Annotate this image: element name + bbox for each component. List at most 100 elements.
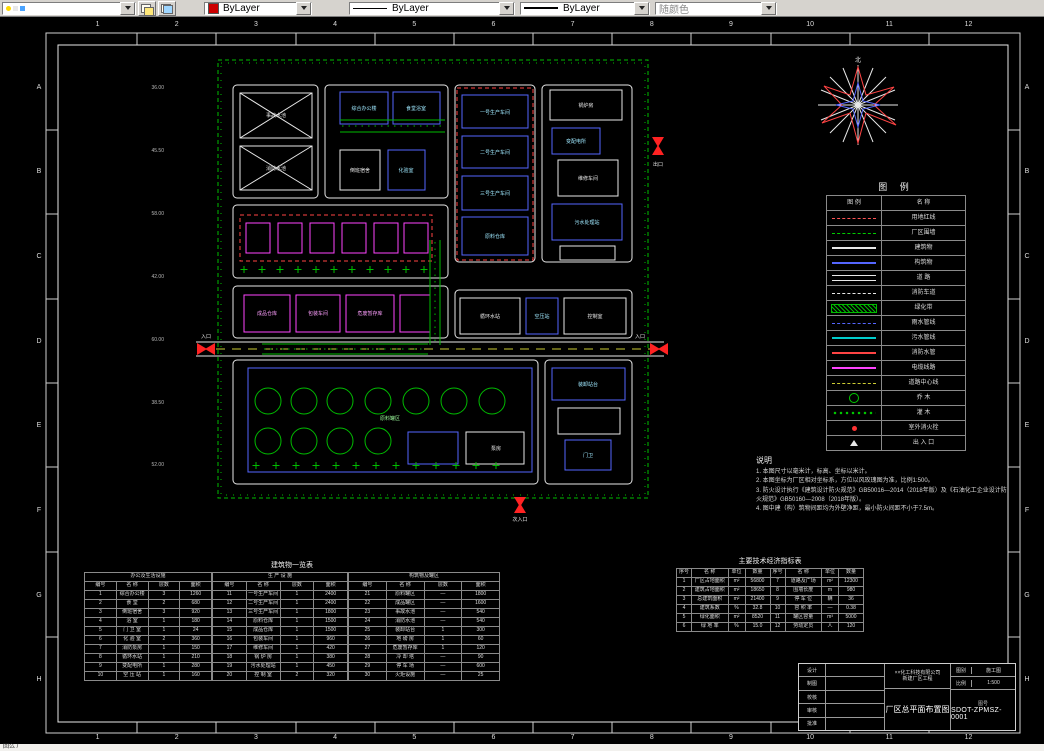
svg-text:变配电所: 变配电所 <box>566 138 586 145</box>
make-layer-current-button[interactable] <box>138 0 156 16</box>
lineweight-value: ByLayer <box>563 2 600 14</box>
grid-ruler-left: A B C D E F G H <box>34 45 44 722</box>
linetype-combo[interactable]: ByLayer <box>349 1 515 15</box>
table-row: 7 消防泵房 1 150 <box>84 644 212 654</box>
signature-row: 批准 <box>799 717 884 731</box>
plotstyle-combo[interactable]: 随颜色 <box>655 1 777 16</box>
grid-col-label: 3 <box>253 21 258 28</box>
table-row: 6绿 地 率 % 15.0 12 劳动定员 人 120 <box>676 622 864 632</box>
legend-row: 雨水管线 <box>826 315 966 331</box>
grid-row-label: D <box>36 337 42 345</box>
legend-symbol <box>832 322 876 324</box>
legend-row: 道 路 <box>826 270 966 286</box>
legend-name: 构筑物 <box>881 255 966 271</box>
drawing-canvas[interactable]: 入口 入口 出口 次入口 事故水池 消防水池 综合办公楼 食堂浴室 倒班宿舍 化… <box>0 17 1044 744</box>
site-plan: 入口 入口 出口 次入口 <box>196 59 668 523</box>
layer-dropdown-arrow-icon[interactable] <box>120 1 135 15</box>
legend-row: 灌 木 <box>826 405 966 421</box>
legend-name: 用地红线 <box>881 210 966 226</box>
layer-combo[interactable] <box>2 1 136 15</box>
legend-symbol <box>832 262 876 264</box>
svg-text:二号生产车间: 二号生产车间 <box>480 149 510 156</box>
table-row: 15 成品仓库 1 1500 <box>212 626 348 636</box>
svg-text:控制室: 控制室 <box>587 313 602 320</box>
info-column: 图别 施工图 比例 1:500 图号 SDOT-ZPMSZ-0001 <box>951 664 1015 730</box>
table-row: 20 控 制 室 2 320 <box>212 671 348 681</box>
lineweight-combo[interactable]: ByLayer <box>520 1 650 15</box>
legend-row: 电缆线路 <box>826 360 966 376</box>
table-row: 25 装卸站台 1 300 <box>348 626 500 636</box>
lineweight-dropdown-arrow-icon[interactable] <box>634 1 649 15</box>
stage-value: 施工图 <box>985 667 1001 674</box>
drawing-title: 厂区总平面布置图 <box>885 704 950 714</box>
legend-symbol <box>832 232 876 234</box>
dimension-column: 36.00 45.50 58.00 42.00 60.00 38.50 52.00 <box>140 57 164 497</box>
table-row: 5门 卫 室 1 24 <box>84 626 212 636</box>
legend-symbol <box>831 303 877 313</box>
legend-row: 污水管线 <box>826 330 966 346</box>
legend-name: 道路中心线 <box>881 375 966 391</box>
legend-symbol <box>851 425 857 431</box>
title-column: ××化工科技有限公司 新建厂区工程 厂区总平面布置图 <box>885 664 951 730</box>
grid-col-label: 4 <box>333 21 338 28</box>
stage-label: 图别 <box>951 666 972 674</box>
svg-text:倒班宿舍: 倒班宿舍 <box>350 167 370 174</box>
grid-col-label: 8 <box>649 21 654 28</box>
table-row: 5 绿化面积 m² 8520 11 罐区容量 m³ 5000 <box>676 613 864 623</box>
grid-col-label: 3 <box>253 734 258 741</box>
table-row: 2 建筑占地面积 m² 18650 8 围墙长度 m 980 <box>676 586 864 596</box>
color-dropdown-arrow-icon[interactable] <box>296 1 311 15</box>
notes-panel: 说明 1. 本图尺寸以毫米计，标高、坐标以米计。 2. 本图坐标为厂区相对坐标系，… <box>756 455 1012 514</box>
metrics-table: 序号 名 称 单位 数量 序号 名 称 单位 数量 1 厂区占地面积 m² 5680… <box>676 568 864 632</box>
grid-row-label: F <box>1024 506 1030 514</box>
table-row: 12 二号生产车间 1 2400 <box>212 599 348 609</box>
table-row: 4浴 室 1 180 <box>84 617 212 627</box>
legend-symbol <box>832 410 876 416</box>
dimension-value: 58.00 <box>151 211 164 218</box>
freeze-icon <box>13 5 18 11</box>
grid-row-label: C <box>36 253 42 261</box>
color-combo[interactable]: ByLayer <box>204 1 312 15</box>
grid-col-label: 12 <box>964 734 973 741</box>
legend-row: 用地红线 <box>826 210 966 226</box>
legend-row: 道路中心线 <box>826 375 966 391</box>
grid-row-label: F <box>36 506 42 514</box>
legend-row: 乔 木 <box>826 390 966 406</box>
svg-text:事故水池: 事故水池 <box>266 112 286 119</box>
command-line[interactable]: 回么 / <box>0 744 1044 751</box>
legend-row: 消防水管 <box>826 345 966 361</box>
drawing-number-cell: 图号 SDOT-ZPMSZ-0001 <box>951 690 1015 730</box>
legend-name: 绿化带 <box>881 300 966 316</box>
legend-row: 消防车道 <box>826 285 966 301</box>
grid-row-label: E <box>36 422 42 430</box>
legend-symbol <box>832 292 876 294</box>
svg-text:危废暂存库: 危废暂存库 <box>357 310 382 317</box>
linetype-dropdown-arrow-icon[interactable] <box>499 1 514 15</box>
table-row: 27 危废暂存库 1 120 <box>348 644 500 654</box>
svg-text:包装车间: 包装车间 <box>308 310 328 317</box>
grid-row-label: D <box>1024 337 1030 345</box>
wind-rose: 北 <box>818 56 898 145</box>
grid-ruler-bottom: 1 2 3 4 5 6 7 8 9 10 11 12 <box>58 734 1008 744</box>
table-row: 18 锅 炉 房 1 380 <box>212 653 348 663</box>
gate-label: 次入口 <box>512 516 527 523</box>
conveyor <box>262 240 441 355</box>
building-table-a: 办公及生活设施 编号 名 称 层数 面积 1综合办公楼 31260 2食 堂 <box>84 572 212 681</box>
table-row: 10 空 压 站 1 160 <box>84 671 212 681</box>
layer-previous-button[interactable] <box>158 0 176 16</box>
grid-row-label: B <box>1024 168 1030 176</box>
table-row: 23 事故水池 —540 <box>348 608 500 618</box>
legend-row: 出 入 口 <box>826 435 966 451</box>
plotstyle-dropdown-arrow-icon[interactable] <box>761 1 776 15</box>
table-row: 6化 验 室 2 360 <box>84 635 212 645</box>
signature-row: 审核 <box>799 704 884 718</box>
table-row: 8 循环水站 1 210 <box>84 653 212 663</box>
table-row: 28 冷 却 塔 —90 <box>348 653 500 663</box>
grid-ruler-right: A B C D E F G H <box>1022 45 1032 722</box>
properties-toolbar: ByLayer ByLayer ByLayer 随颜色 <box>0 0 1044 17</box>
legend-name: 建筑物 <box>881 240 966 256</box>
svg-text:空压站: 空压站 <box>534 313 549 320</box>
svg-text:装卸站台: 装卸站台 <box>578 381 598 388</box>
legend-name: 雨水管线 <box>881 315 966 331</box>
grid-col-label: 11 <box>885 21 893 28</box>
